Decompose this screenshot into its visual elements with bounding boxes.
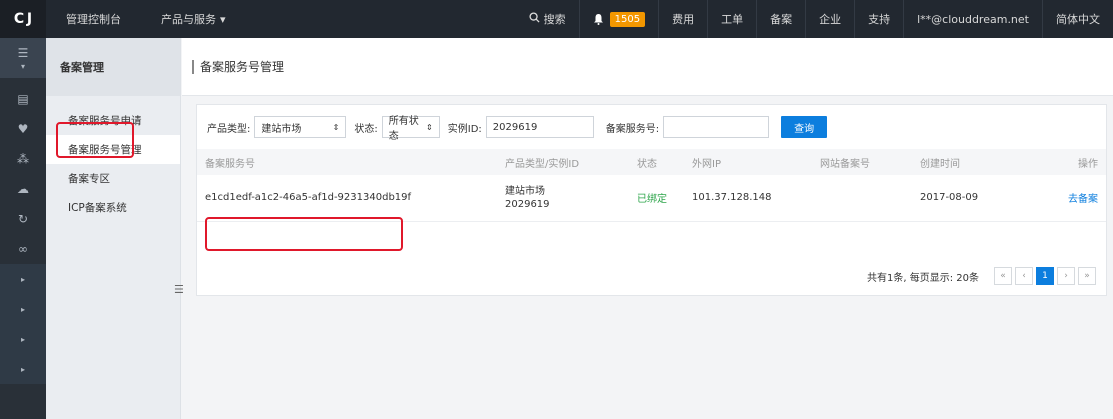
rail-item[interactable]: ☁ [0,174,46,204]
rail-item[interactable]: ▸ [0,354,46,384]
page-header: 备案服务号管理 [182,38,1113,96]
nav-enterprise[interactable]: 企业 [805,0,854,38]
instance-id-label: 实例ID: [447,123,482,135]
status-value: 所有状态 [388,116,419,142]
col-action: 操作 [1078,158,1098,170]
cell-status: 已绑定 [637,194,667,206]
cell-instance-id: 2029619 [505,198,550,210]
col-site-no: 网站备案号 [820,158,870,170]
pagination: 共有1条, 每页显示: 20条 « ‹ 1 › » [867,267,1096,285]
pager-prev-button[interactable]: ‹ [1015,267,1033,285]
cell-product-type: 建站市场 [505,185,545,197]
pager-next-button[interactable]: › [1057,267,1075,285]
select-arrows-icon: ⇕ [426,122,433,132]
table-header-row: 备案服务号 产品类型/实例ID 状态 外网IP 网站备案号 创建时间 操作 [197,149,1106,175]
cell-service-no: e1cd1edf-a1c2-46a5-af1d-9231340db19f [205,192,412,204]
title-accent-bar [192,59,194,74]
share-icon: ⁂ [17,152,29,166]
rail-item[interactable]: ⁂ [0,144,46,174]
product-type-select[interactable]: 建站市场 ⇕ [254,116,347,138]
instance-id-input[interactable]: 2029619 [485,116,594,138]
logo[interactable]: C J [0,0,46,38]
rail-item[interactable]: ∞ [0,234,46,264]
content-panel: 产品类型: 建站市场 ⇕ 状态: 所有状态 ⇕ 实例ID: 2029619 备案… [196,104,1107,296]
chevron-down-icon: ▾ [220,12,226,26]
cell-ip: 101.37.128.148 [692,192,772,204]
refresh-icon: ↻ [17,212,29,226]
col-created: 创建时间 [920,158,960,170]
nav-filing[interactable]: 备案 [756,0,805,38]
product-type-label: 产品类型: [207,123,251,135]
account-menu[interactable]: l**@clouddream.net [903,0,1042,38]
sidebar-title: 备案管理 [46,38,180,96]
chevron-down-icon: ▾ [20,61,25,71]
rail-item[interactable]: ▸ [0,294,46,324]
sidebar-highlight-box [56,122,134,158]
bell-icon [593,13,604,25]
list-icon: ▤ [17,92,29,106]
filter-bar: 产品类型: 建站市场 ⇕ 状态: 所有状态 ⇕ 实例ID: 2029619 备案… [197,105,1106,149]
main-content: 备案服务号管理 产品类型: 建站市场 ⇕ 状态: 所有状态 ⇕ 实例ID: 20… [182,38,1113,419]
table-row: e1cd1edf-a1c2-46a5-af1d-9231340db19f 建站市… [197,175,1106,221]
cell-site-no [812,175,912,221]
link-icon: ∞ [18,242,28,256]
product-type-value: 建站市场 [261,123,302,135]
nav-tickets[interactable]: 工单 [707,0,756,38]
rail-toggle[interactable]: ☰ ▾ [0,38,46,78]
status-label: 状态: [354,123,378,135]
go-filing-link[interactable]: 去备案 [1042,175,1106,221]
rail-item[interactable]: ▸ [0,324,46,354]
service-no-label: 备案服务号: [605,123,660,135]
page-title: 备案服务号管理 [200,60,285,74]
status-select[interactable]: 所有状态 ⇕ [381,116,440,142]
col-ip: 外网IP [692,158,721,170]
cell-created: 2017-08-09 [920,192,979,204]
products-menu[interactable]: 产品与服务 ▾ [161,11,226,27]
menu-icon: ☰ [17,45,29,60]
row-highlight-box [205,217,403,251]
nav-fees[interactable]: 费用 [658,0,707,38]
notifications-button[interactable]: 1505 [578,0,658,38]
service-table: 备案服务号 产品类型/实例ID 状态 外网IP 网站备案号 创建时间 操作 e1… [197,149,1106,222]
sidebar-item-icp[interactable]: ICP备案系统 [46,193,180,222]
service-no-input[interactable] [663,116,770,138]
select-arrows-icon: ⇕ [332,122,340,132]
rail-item[interactable]: ▸ [0,264,46,294]
arrow-right-icon: ▸ [20,274,25,284]
secondary-sidebar: 备案管理 备案服务号申请 备案服务号管理 备案专区 ICP备案系统 [46,38,181,419]
col-service-no: 备案服务号 [205,158,255,170]
top-navbar: C J 管理控制台 产品与服务 ▾ 搜索 1505 费用 工单 备案 企业 支持… [0,0,1113,38]
nav-support[interactable]: 支持 [854,0,903,38]
pager-summary: 共有1条, 每页显示: 20条 [867,272,979,284]
search-button[interactable]: 搜索 [516,0,579,38]
arrow-right-icon: ▸ [20,334,25,344]
console-link[interactable]: 管理控制台 [66,11,121,27]
cloud-icon: ☁ [17,182,29,196]
search-icon [529,12,540,26]
notification-badge: 1505 [609,11,646,27]
sidebar-item-zone[interactable]: 备案专区 [46,164,180,193]
col-status: 状态 [637,158,657,170]
col-product-instance: 产品类型/实例ID [505,158,580,170]
query-button[interactable]: 查询 [781,116,828,138]
rail-item[interactable]: ♥ [0,114,46,144]
language-switch[interactable]: 简体中文 [1042,0,1113,38]
icon-rail: ☰ ▾ ▤ ♥ ⁂ ☁ ↻ ∞ ▸ ▸ ▸ ▸ [0,38,46,419]
pager-last-button[interactable]: » [1078,267,1096,285]
arrow-right-icon: ▸ [20,364,25,374]
pager-page-button[interactable]: 1 [1036,267,1054,285]
products-label: 产品与服务 [161,13,216,26]
pager-first-button[interactable]: « [994,267,1012,285]
search-label: 搜索 [543,13,566,26]
rail-item[interactable]: ▤ [0,84,46,114]
cell-product-instance: 建站市场 2029619 [497,175,629,221]
shield-icon: ♥ [17,122,29,136]
rail-item[interactable]: ↻ [0,204,46,234]
arrow-right-icon: ▸ [20,304,25,314]
